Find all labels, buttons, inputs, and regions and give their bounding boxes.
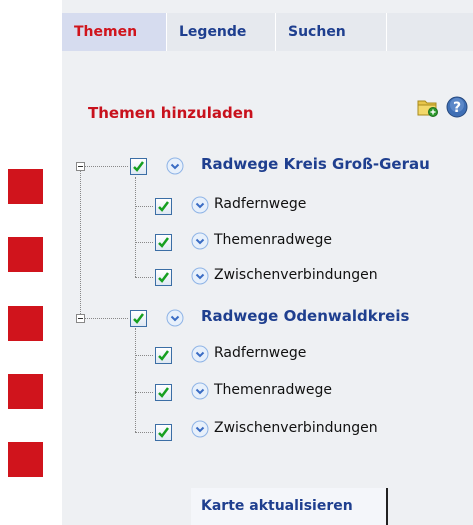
chevron-info-icon[interactable] — [166, 157, 184, 175]
chevron-info-icon[interactable] — [191, 232, 209, 250]
tab-divider — [386, 13, 387, 51]
red-marker — [8, 306, 43, 341]
group-checkbox[interactable] — [130, 158, 147, 175]
svg-text:?: ? — [453, 100, 461, 116]
red-marker — [8, 169, 43, 204]
tree-connector — [135, 392, 153, 393]
chevron-info-icon[interactable] — [191, 345, 209, 363]
tree-connector — [135, 355, 153, 356]
tree-connector — [135, 242, 153, 243]
layer-label[interactable]: Radfernwege — [214, 345, 306, 361]
layer-label[interactable]: Radfernwege — [214, 196, 306, 212]
tab-themen[interactable]: Themen — [62, 13, 166, 51]
item-checkbox[interactable] — [155, 424, 172, 441]
collapse-toggle[interactable] — [76, 162, 85, 171]
chevron-info-icon[interactable] — [191, 196, 209, 214]
item-checkbox[interactable] — [155, 347, 172, 364]
item-checkbox[interactable] — [155, 234, 172, 251]
tree-connector — [135, 206, 153, 207]
layer-panel — [62, 0, 473, 525]
chevron-info-icon[interactable] — [166, 309, 184, 327]
collapse-toggle[interactable] — [76, 314, 85, 323]
layer-label[interactable]: Themenradwege — [214, 382, 332, 398]
tab-legende[interactable]: Legende — [167, 13, 275, 51]
help-icon[interactable]: ? — [446, 96, 468, 118]
tree-connector — [135, 277, 153, 278]
group-label[interactable]: Radwege Odenwaldkreis — [201, 307, 409, 325]
item-checkbox[interactable] — [155, 269, 172, 286]
tree-connector — [84, 166, 128, 167]
tab-bar: Themen Legende Suchen — [62, 13, 473, 51]
group-checkbox[interactable] — [130, 310, 147, 327]
item-checkbox[interactable] — [155, 384, 172, 401]
chevron-info-icon[interactable] — [191, 420, 209, 438]
tree-connector — [84, 318, 128, 319]
red-marker — [8, 237, 43, 272]
group-label[interactable]: Radwege Kreis Groß-Gerau — [201, 155, 430, 173]
red-marker — [8, 374, 43, 409]
layer-label[interactable]: Zwischenverbindungen — [214, 420, 378, 436]
folder-add-icon[interactable] — [417, 97, 439, 117]
tree-connector — [135, 177, 136, 277]
tree-connector — [80, 170, 81, 320]
update-map-button[interactable]: Karte aktualisieren — [191, 488, 388, 525]
red-marker — [8, 442, 43, 477]
layer-label[interactable]: Themenradwege — [214, 232, 332, 248]
layer-label[interactable]: Zwischenverbindungen — [214, 267, 378, 283]
item-checkbox[interactable] — [155, 198, 172, 215]
tree-connector — [135, 432, 153, 433]
themen-hinzuladen-link[interactable]: Themen hinzuladen — [88, 104, 254, 122]
chevron-info-icon[interactable] — [191, 267, 209, 285]
chevron-info-icon[interactable] — [191, 382, 209, 400]
tab-suchen[interactable]: Suchen — [276, 13, 386, 51]
tree-connector — [135, 328, 136, 432]
